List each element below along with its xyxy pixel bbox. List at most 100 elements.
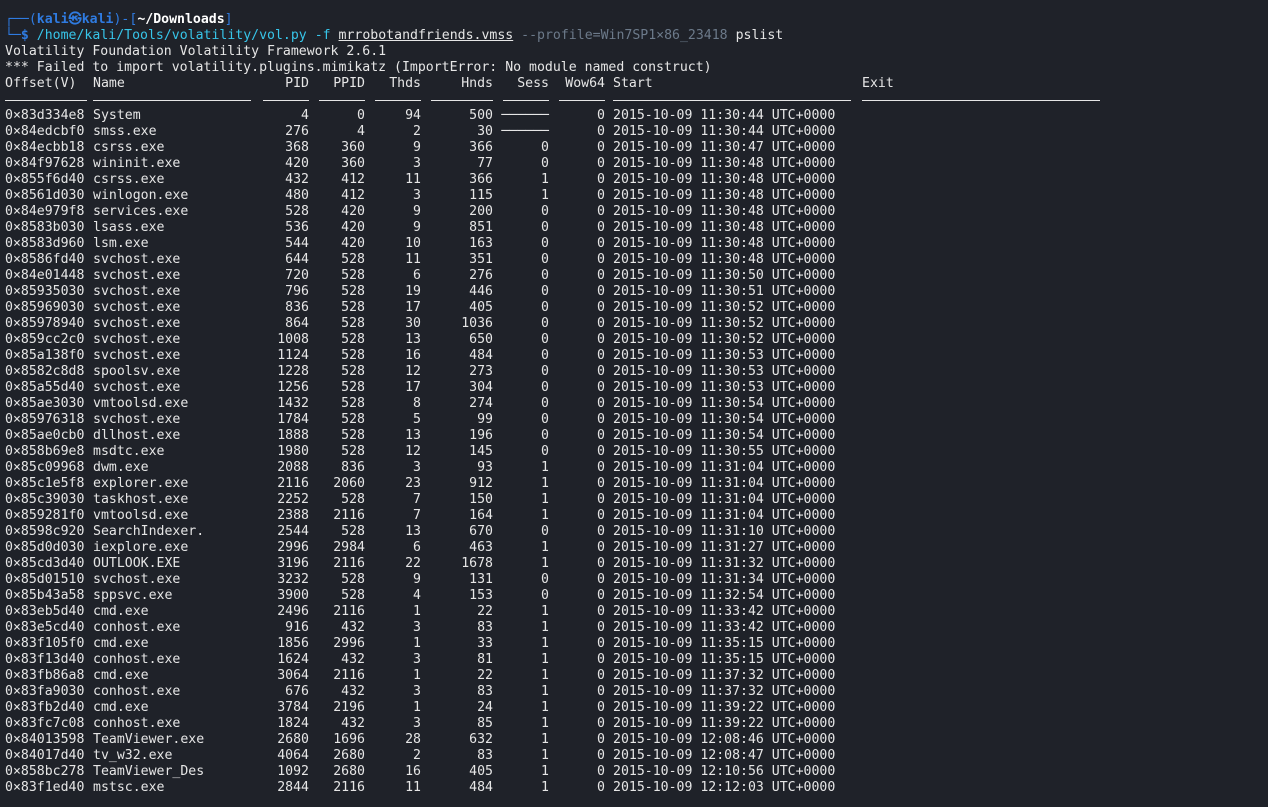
separator-pid xyxy=(263,100,309,101)
terminal-window[interactable]: ┌──(kali㉿kali)-[~/Downloads] └─$ /home/k… xyxy=(5,12,1268,796)
cell-thds: 1 xyxy=(413,668,421,683)
cell-pid: 1824 xyxy=(277,716,309,731)
cell-thds: 28 xyxy=(405,732,421,747)
cell-sess: 1 xyxy=(541,780,549,795)
cell-ppid: 528 xyxy=(341,572,365,587)
cell-hnds: 463 xyxy=(469,540,493,555)
cell-sess: 1 xyxy=(541,684,549,699)
cell-start: 2015-10-09 11:31:04 UTC+0000 xyxy=(613,492,836,507)
cell-wow64: 0 xyxy=(597,636,605,651)
cell-thds: 7 xyxy=(413,508,421,523)
cell-wow64: 0 xyxy=(597,188,605,203)
cell-thds: 3 xyxy=(413,684,421,699)
prompt-header: ┌──(kali㉿kali)-[~/Downloads] xyxy=(5,12,1268,28)
cell-ppid: 2116 xyxy=(333,780,365,795)
cell-thds: 11 xyxy=(405,780,421,795)
cell-thds: 3 xyxy=(413,716,421,731)
cell-wow64: 0 xyxy=(597,124,605,139)
table-row: 0×85a55d40 svchost.exe 1256 528 17 304 0 0 2015-… xyxy=(5,380,1268,396)
cell-wow64: 0 xyxy=(597,732,605,747)
cell-sess: 1 xyxy=(541,636,549,651)
cell-start: 2015-10-09 11:37:32 UTC+0000 xyxy=(613,684,836,699)
cell-sess: 0 xyxy=(541,524,549,539)
cell-start: 2015-10-09 11:30:48 UTC+0000 xyxy=(613,188,836,203)
cell-pid: 432 xyxy=(285,172,309,187)
cell-sess: 1 xyxy=(541,732,549,747)
cell-sess: 0 xyxy=(541,268,549,283)
prompt-dollar: $ xyxy=(20,28,29,43)
cell-offset: 0×85c1e5f8 xyxy=(5,476,85,491)
table-row: 0×84013598 TeamViewer.exe 2680 1696 28 632 1 0 2… xyxy=(5,732,1268,748)
table-row: 0×85ae0cb0 dllhost.exe 1888 528 13 196 0 0 2015-… xyxy=(5,428,1268,444)
cell-hnds: 131 xyxy=(469,572,493,587)
table-row: 0×855f6d40 csrss.exe 432 412 11 366 1 0 2015-10-… xyxy=(5,172,1268,188)
cell-thds: 2 xyxy=(413,748,421,763)
cell-start: 2015-10-09 11:35:15 UTC+0000 xyxy=(613,636,836,651)
cell-offset: 0×855f6d40 xyxy=(5,172,85,187)
prompt-mid: )-[ xyxy=(113,12,138,27)
cell-pid: 2388 xyxy=(277,508,309,523)
cell-sess: 1 xyxy=(541,764,549,779)
cell-hnds: 196 xyxy=(469,428,493,443)
process-table-body: 0×83d334e8 System 4 0 94 500 ────── 0 2015-10-09… xyxy=(5,108,1268,796)
cell-hnds: 77 xyxy=(477,156,493,171)
cell-ppid: 528 xyxy=(341,268,365,283)
cell-name: svchost.exe xyxy=(93,332,181,347)
cell-wow64: 0 xyxy=(597,252,605,267)
prompt-user: kali xyxy=(36,12,69,27)
cell-wow64: 0 xyxy=(597,780,605,795)
cell-offset: 0×84ecbb18 xyxy=(5,140,85,155)
table-row: 0×85b43a58 sppsvc.exe 3900 528 4 153 0 0 2015-10… xyxy=(5,588,1268,604)
cell-start: 2015-10-09 11:30:48 UTC+0000 xyxy=(613,172,836,187)
cell-wow64: 0 xyxy=(597,396,605,411)
cell-thds: 19 xyxy=(405,284,421,299)
cell-thds: 7 xyxy=(413,492,421,507)
cell-start: 2015-10-09 11:30:52 UTC+0000 xyxy=(613,300,836,315)
output-error: *** Failed to import volatility.plugins.… xyxy=(5,60,712,75)
cell-pid: 2544 xyxy=(277,524,309,539)
cell-sess: 0 xyxy=(541,332,549,347)
table-row: 0×8561d030 winlogon.exe 480 412 3 115 1 0 2015-1… xyxy=(5,188,1268,204)
cell-wow64: 0 xyxy=(597,268,605,283)
table-row: 0×83eb5d40 cmd.exe 2496 2116 1 22 1 0 2015-10-09… xyxy=(5,604,1268,620)
table-row: 0×85969030 svchost.exe 836 528 17 405 0 0 2015-1… xyxy=(5,300,1268,316)
cell-sess: 0 xyxy=(541,252,549,267)
command-line[interactable]: └─$ /home/kali/Tools/volatility/vol.py -… xyxy=(5,28,1268,44)
cell-thds: 17 xyxy=(405,300,421,315)
cell-offset: 0×85a138f0 xyxy=(5,348,85,363)
cell-sess: 1 xyxy=(541,556,549,571)
cell-sess: 1 xyxy=(541,604,549,619)
cell-start: 2015-10-09 11:31:04 UTC+0000 xyxy=(613,460,836,475)
cell-pid: 864 xyxy=(285,316,309,331)
cell-pid: 480 xyxy=(285,188,309,203)
cell-offset: 0×8582c8d8 xyxy=(5,364,85,379)
cell-hnds: 912 xyxy=(469,476,493,491)
cell-start: 2015-10-09 11:30:44 UTC+0000 xyxy=(613,124,836,139)
cell-hnds: 366 xyxy=(469,140,493,155)
cell-start: 2015-10-09 11:30:48 UTC+0000 xyxy=(613,220,836,235)
cell-hnds: 24 xyxy=(477,700,493,715)
cell-offset: 0×85ae3030 xyxy=(5,396,85,411)
cell-start: 2015-10-09 11:30:55 UTC+0000 xyxy=(613,444,836,459)
cell-ppid: 2196 xyxy=(333,700,365,715)
cell-offset: 0×83d334e8 xyxy=(5,108,85,123)
cell-sess: 0 xyxy=(541,380,549,395)
cell-sess: 0 xyxy=(541,236,549,251)
cell-sess: 1 xyxy=(541,700,549,715)
cell-offset: 0×83eb5d40 xyxy=(5,604,85,619)
cell-start: 2015-10-09 11:37:32 UTC+0000 xyxy=(613,668,836,683)
cell-thds: 6 xyxy=(413,268,421,283)
cell-name: lsass.exe xyxy=(93,220,165,235)
cell-start: 2015-10-09 11:30:48 UTC+0000 xyxy=(613,156,836,171)
cell-name: TeamViewer_Des xyxy=(93,764,205,779)
cell-thds: 6 xyxy=(413,540,421,555)
cell-hnds: 851 xyxy=(469,220,493,235)
cell-thds: 5 xyxy=(413,412,421,427)
table-row: 0×84ecbb18 csrss.exe 368 360 9 366 0 0 2015-10-0… xyxy=(5,140,1268,156)
cell-wow64: 0 xyxy=(597,668,605,683)
cell-thds: 30 xyxy=(405,316,421,331)
cell-hnds: 484 xyxy=(469,348,493,363)
header-pid: PID xyxy=(285,76,309,91)
cell-hnds: 632 xyxy=(469,732,493,747)
table-row: 0×84017d40 tv_w32.exe 4064 2680 2 83 1 0 2015-10… xyxy=(5,748,1268,764)
